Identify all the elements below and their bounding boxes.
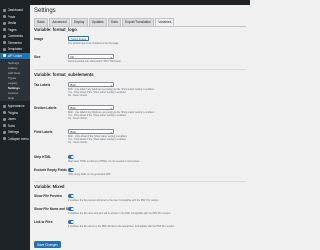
chevron-down-icon: ▾ — [110, 130, 112, 135]
strip-html-toggle[interactable] — [68, 155, 74, 159]
section-labels-label: Section Labels — [34, 106, 57, 110]
section-labels-select[interactable]: Both ▾ — [68, 105, 114, 111]
media-icon — [2, 21, 6, 25]
desc-line: No - Never shown. — [68, 117, 88, 120]
select-image-button[interactable]: Select Image — [68, 36, 90, 41]
comments-icon — [2, 34, 6, 38]
sidebar-item-label: Pages — [7, 27, 17, 32]
link-files-toggle[interactable] — [68, 220, 74, 224]
size-label: Size — [34, 55, 41, 59]
posts-icon — [2, 15, 6, 19]
section-title-mixed: Variable: Mixed — [34, 184, 65, 189]
tax-labels-select[interactable]: Both ▾ — [68, 82, 114, 88]
users-icon — [2, 117, 6, 121]
sidebar-item-label: Collapse menu — [7, 136, 29, 141]
chevron-down-icon: ▾ — [110, 83, 112, 88]
chevron-down-icon: ▾ — [110, 106, 112, 111]
dashboard-icon — [2, 8, 6, 12]
tab-updates[interactable]: Updates — [88, 18, 107, 26]
exclude-empty-label: Exclude Empty Fields — [34, 168, 67, 172]
strip-html-description: Strip basic HTML on this text (HTML), it… — [68, 160, 140, 163]
image-label: Image — [34, 37, 44, 41]
tax-labels-description: Both - Use label if any fields are set u… — [68, 88, 243, 97]
section-labels-description: Both - Use label if any fields are set u… — [68, 111, 243, 120]
field-labels-label: Field Labels — [34, 130, 53, 134]
image-description: The default logo to be included on the f… — [68, 42, 120, 45]
field-labels-select[interactable]: Both ▾ — [68, 129, 114, 135]
submenu-item[interactable]: Help — [0, 95, 30, 100]
appearance-icon — [2, 104, 6, 108]
settings-icon — [2, 130, 6, 134]
file-name-size-description: If enabled, the file name and size will … — [68, 212, 171, 215]
sidebar-item-collapse[interactable]: Collapse menu — [0, 136, 30, 143]
plugins-icon — [2, 111, 6, 115]
sidebar-item-label: Tools — [7, 123, 15, 128]
link-files-label: Link to Files — [34, 220, 53, 224]
templates-icon — [2, 47, 6, 51]
size-select[interactable]: Fill ▾ — [68, 54, 114, 60]
link-files-description: If enabled, the file names in the PDF wi… — [68, 225, 175, 228]
tax-labels-label: Tax Labels — [34, 83, 51, 87]
sidebar-item-label: Appearance — [7, 104, 25, 109]
divider — [34, 181, 246, 182]
section-labels-value: Both — [70, 106, 76, 110]
sidebar-item-label: Elementor — [7, 40, 23, 45]
exclude-empty-toggle[interactable] — [68, 168, 74, 172]
plugin-icon — [2, 54, 6, 58]
tab-basic[interactable]: Basic — [34, 18, 49, 26]
exclude-empty-description: Hide empty fields on the generated PDF. — [68, 173, 111, 176]
sidebar-item-label: Posts — [7, 14, 16, 19]
file-name-size-label: Show File Name and Size — [34, 207, 73, 211]
sidebar-item-label: Users — [7, 117, 16, 122]
tools-icon — [2, 124, 6, 128]
admin-sidebar: Dashboard Posts Media Pages Comments Ele… — [0, 5, 30, 250]
main-content: Settings Basic Advanced Display Updates … — [30, 5, 250, 250]
tab-advanced[interactable]: Advanced — [49, 18, 70, 26]
chevron-down-icon: ▾ — [110, 55, 112, 60]
page-title: Settings — [34, 8, 56, 14]
pages-icon — [2, 28, 6, 32]
section-title-subelements: Variable: format_subelements — [34, 72, 94, 77]
file-preview-label: Show File Preview — [34, 194, 62, 198]
tab-data[interactable]: Data — [107, 18, 121, 26]
sidebar-item-label: WP Linker — [7, 53, 23, 58]
desc-line: No - Never shown. — [68, 141, 88, 144]
file-name-size-toggle[interactable] — [68, 207, 74, 211]
divider — [34, 69, 246, 70]
settings-tabs: Basic Advanced Display Updates Data Expo… — [34, 18, 246, 27]
file-preview-description: If enabled, the file preview will show t… — [68, 199, 160, 202]
strip-html-label: Strip HTML — [34, 155, 51, 159]
tab-display[interactable]: Display — [70, 18, 88, 26]
sidebar-item-label: Templates — [7, 47, 23, 52]
sidebar-item-wp-linker[interactable]: WP Linker — [0, 52, 30, 59]
size-description: Recommended max dimensions: 500 x 500 pi… — [68, 60, 122, 63]
desc-line: No - Never shown. — [68, 94, 88, 97]
collapse-icon — [2, 137, 6, 141]
tax-labels-value: Both — [70, 83, 76, 87]
tab-export-translation[interactable]: Export/Translation — [121, 18, 155, 26]
field-labels-description: Both - Only shows if the 'Show Label' se… — [68, 135, 243, 144]
save-changes-button[interactable]: Save Changes — [34, 241, 61, 248]
sidebar-item-label: Plugins — [7, 110, 18, 115]
sidebar-item-label: Settings — [7, 130, 20, 135]
sidebar-item-label: Media — [7, 21, 17, 26]
elementor-icon — [2, 41, 6, 45]
section-title-logo: Variable: format_logo — [34, 27, 77, 32]
sidebar-item-label: Dashboard — [7, 8, 24, 13]
sidebar-submenu: Settings Gallery Add New Types Legacy Se… — [0, 59, 30, 101]
sidebar-item-label: Comments — [7, 34, 23, 39]
tab-variables[interactable]: Variables — [155, 18, 175, 27]
file-preview-toggle[interactable] — [68, 194, 74, 198]
field-labels-value: Both — [70, 130, 76, 134]
size-select-value: Fill — [70, 55, 74, 59]
